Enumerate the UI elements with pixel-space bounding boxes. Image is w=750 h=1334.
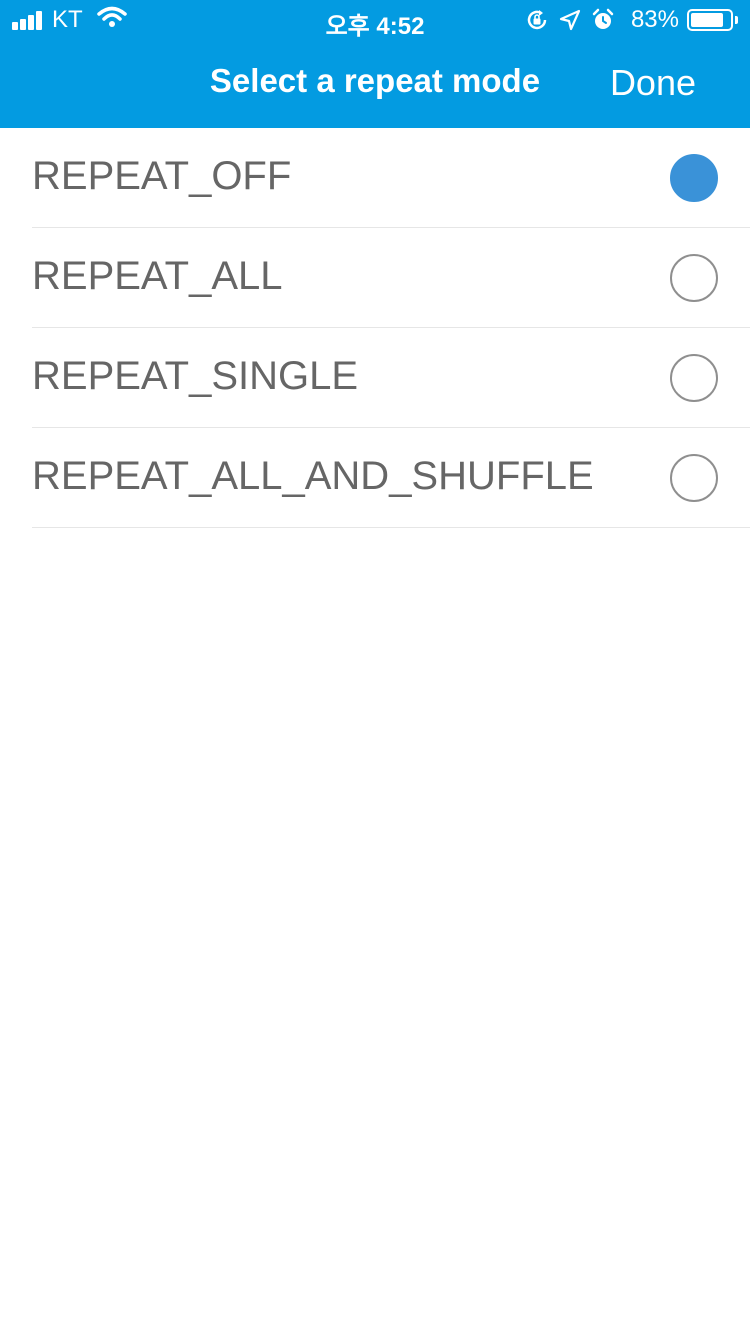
location-icon (559, 9, 581, 31)
option-row-repeat-all[interactable]: REPEAT_ALL (32, 228, 750, 328)
orientation-lock-icon (525, 8, 549, 32)
battery-icon (687, 9, 733, 31)
option-label: REPEAT_OFF (32, 154, 292, 198)
status-bar-right: 83% (515, 6, 738, 34)
battery-tip (735, 16, 738, 24)
alarm-icon (591, 8, 615, 32)
radio-button[interactable] (670, 254, 718, 302)
option-row-repeat-off[interactable]: REPEAT_OFF (32, 128, 750, 228)
radio-button[interactable] (670, 454, 718, 502)
option-label: REPEAT_ALL (32, 254, 283, 298)
battery-percent: 83% (630, 6, 679, 33)
radio-button[interactable] (670, 354, 718, 402)
option-row-repeat-all-and-shuffle[interactable]: REPEAT_ALL_AND_SHUFFLE (32, 428, 750, 528)
option-label: REPEAT_SINGLE (32, 354, 359, 398)
battery-fill (691, 13, 723, 27)
repeat-mode-list: REPEAT_OFF REPEAT_ALL REPEAT_SINGLE REPE… (0, 128, 750, 528)
radio-button[interactable] (670, 154, 718, 202)
option-label: REPEAT_ALL_AND_SHUFFLE (32, 454, 594, 498)
navigation-header: KT 오후 4:52 83% Select a repeat mode Done (0, 0, 750, 128)
status-bar: KT 오후 4:52 83% (0, 0, 750, 40)
done-button[interactable]: Done (610, 62, 696, 104)
option-row-repeat-single[interactable]: REPEAT_SINGLE (32, 328, 750, 428)
